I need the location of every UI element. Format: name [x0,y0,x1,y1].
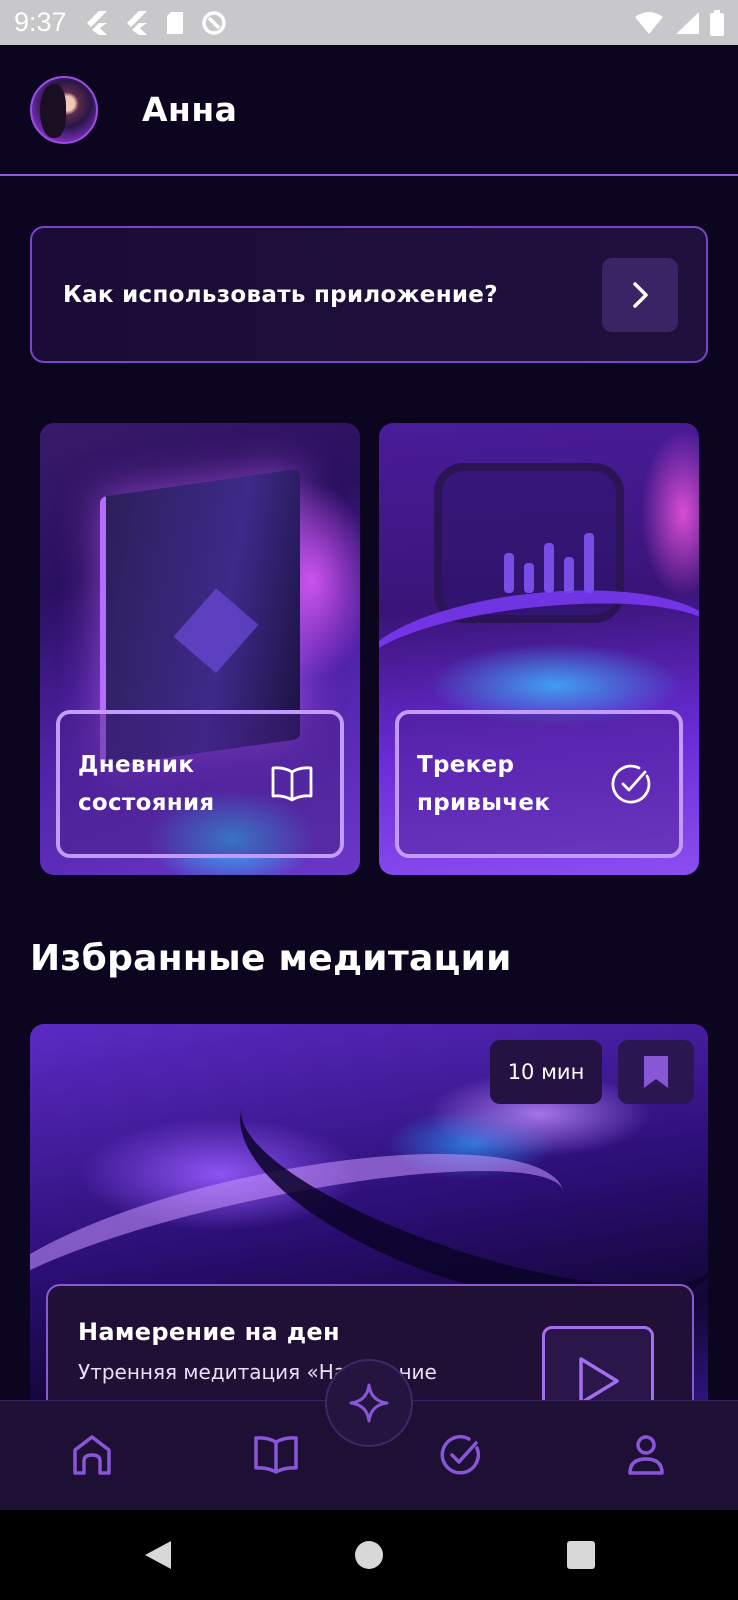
check-circle-icon [611,764,651,804]
check-circle-icon [440,1435,481,1475]
book-open-icon [254,1436,298,1474]
home-circle-icon [355,1541,383,1569]
nav-habits[interactable] [434,1429,486,1481]
system-navigation-bar [0,1510,738,1600]
recents-square-icon [567,1541,595,1569]
bookmark-button[interactable] [618,1040,694,1104]
avatar[interactable] [30,75,98,144]
nav-profile[interactable] [620,1429,672,1481]
diary-label-line1: Дневник [78,752,195,778]
howto-arrow-button[interactable] [602,258,678,332]
habit-label: Трекер привычек [417,746,597,822]
bars-illustration [504,533,594,593]
meditation-title: Намерение на день [78,1318,338,1346]
nav-home[interactable] [66,1429,118,1481]
duration-chip: 10 мин [490,1040,602,1104]
sd-card-icon [166,11,183,34]
wifi-icon [635,11,663,34]
bottom-navigation [0,1359,738,1510]
notification-icons [85,10,227,36]
battery-icon [710,9,724,36]
diary-card[interactable]: Дневник состояния [40,423,360,875]
diary-label-line2: состояния [78,790,215,816]
user-icon [628,1435,664,1475]
status-time: 9:37 [14,7,67,37]
back-triangle-icon [145,1541,171,1569]
diary-label-box: Дневник состояния [56,710,344,858]
system-icons [634,9,724,36]
howto-banner[interactable]: Как использовать приложение? [30,226,708,363]
howto-text: Как использовать приложение? [63,281,498,308]
profile-header: Анна [0,45,738,176]
favorites-title: Избранные медитации [30,938,512,979]
book-open-icon [271,766,313,802]
status-bar: 9:37 [0,0,738,45]
app-screen: 9:37 Анна Как использовать приложение? Д… [0,0,738,1600]
nav-meditate[interactable] [325,1359,413,1447]
user-name: Анна [142,90,238,129]
flutter-icon [86,10,107,35]
recents-button[interactable] [566,1510,596,1600]
wave-illustration [379,574,699,732]
no-disturb-icon [201,10,226,35]
habit-tracker-card[interactable]: Трекер привычек [379,423,699,875]
nav-diary[interactable] [250,1429,302,1481]
habit-label-box: Трекер привычек [395,710,683,858]
back-button[interactable] [138,1510,178,1600]
bookmark-icon [644,1056,668,1088]
habit-label-line2: привычек [417,790,551,816]
chevron-right-icon [633,282,648,308]
flutter-icon [126,10,147,35]
signal-icon [676,11,699,34]
home-icon [73,1435,111,1475]
diary-label: Дневник состояния [78,746,258,822]
habit-label-line1: Трекер [417,752,515,778]
home-button[interactable] [352,1510,386,1600]
sparkle-icon [349,1383,389,1423]
